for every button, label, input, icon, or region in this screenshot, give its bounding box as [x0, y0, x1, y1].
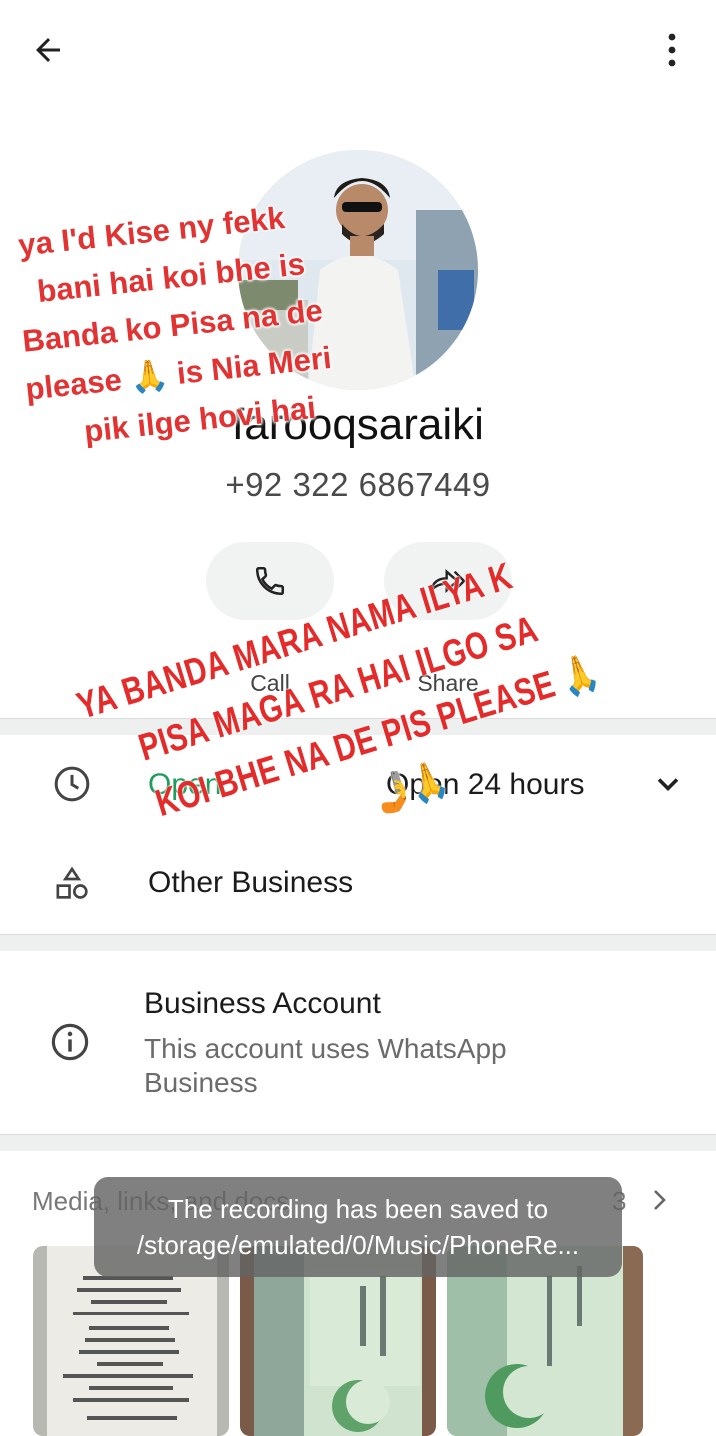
- business-account-subtitle: This account uses WhatsApp Business: [144, 1033, 507, 1098]
- section-divider: [0, 1134, 716, 1151]
- more-options-button[interactable]: [650, 26, 694, 74]
- toast-line: /storage/emulated/0/Music/PhoneRe...: [136, 1230, 580, 1260]
- business-account-title: Business Account: [144, 987, 381, 1020]
- phone-icon: [255, 566, 285, 596]
- info-icon: [48, 1020, 92, 1064]
- back-button[interactable]: [22, 28, 74, 72]
- more-vert-icon: [668, 33, 676, 67]
- media-open-button[interactable]: [648, 1184, 672, 1216]
- contact-phone: +92 322 6867449: [225, 466, 491, 503]
- toast-message: The recording has been saved to /storage…: [94, 1177, 622, 1277]
- section-divider: [0, 934, 716, 951]
- shapes-icon: [50, 862, 94, 906]
- clock-icon: [50, 762, 94, 806]
- overlay-warning-banner: YA BANDA MARA NAMA ILYA K PISA MAGA RA H…: [70, 525, 645, 902]
- arrow-left-icon: [36, 38, 60, 62]
- chevron-right-icon: [654, 1190, 666, 1210]
- hours-expand-button[interactable]: [650, 766, 686, 802]
- chevron-down-icon: [657, 778, 679, 792]
- toast-line: The recording has been saved to: [167, 1194, 549, 1224]
- overlay-warning-note: ya I'd Kise ny fekk bani hai koi bhe is …: [16, 184, 399, 460]
